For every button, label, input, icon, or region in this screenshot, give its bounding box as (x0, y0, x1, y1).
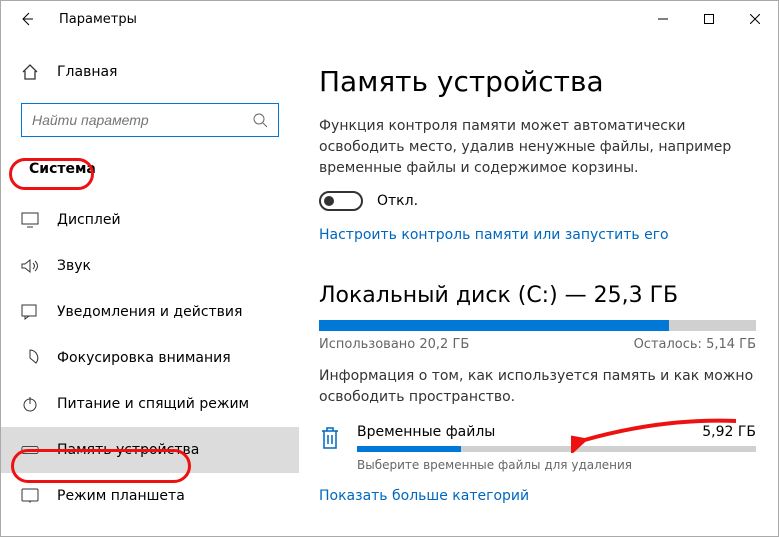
sidebar-item-tablet[interactable]: Режим планшета (21, 473, 285, 519)
window-controls (640, 3, 778, 35)
storage-icon (21, 444, 39, 456)
sidebar-item-storage[interactable]: Память устройства (1, 427, 299, 473)
sidebar-item-label: Память устройства (57, 442, 199, 458)
sidebar-item-label: Уведомления и действия (57, 304, 242, 320)
configure-storage-sense-link[interactable]: Настроить контроль памяти или запустить … (319, 227, 669, 243)
search-icon (252, 112, 268, 128)
sidebar: Главная Система Дисплей Звук Уведомления… (1, 37, 299, 536)
back-button[interactable] (9, 1, 45, 37)
minimize-button[interactable] (640, 3, 686, 35)
disk-labels: Использовано 20,2 ГБ Осталось: 5,14 ГБ (319, 337, 756, 352)
minimize-icon (658, 14, 668, 24)
temp-files-title: Временные файлы (357, 424, 495, 440)
titlebar: Параметры (1, 1, 778, 37)
power-icon (21, 395, 39, 413)
arrow-left-icon (19, 11, 35, 27)
close-icon (750, 14, 760, 24)
sidebar-item-display[interactable]: Дисплей (21, 197, 285, 243)
temp-files-bar (357, 446, 756, 452)
sidebar-item-label: Фокусировка внимания (57, 350, 231, 366)
sidebar-item-focus[interactable]: Фокусировка внимания (21, 335, 285, 381)
sidebar-item-notifications[interactable]: Уведомления и действия (21, 289, 285, 335)
window-title: Параметры (45, 12, 137, 27)
disk-usage-fill (319, 320, 669, 331)
sidebar-home[interactable]: Главная (21, 49, 285, 95)
sidebar-nav: Дисплей Звук Уведомления и действия Фоку… (21, 197, 285, 519)
display-icon (21, 212, 39, 228)
home-icon (21, 63, 39, 81)
temp-files-row[interactable]: Временные файлы 5,92 ГБ Выберите временн… (319, 424, 756, 472)
focus-icon (21, 349, 39, 367)
temp-files-bar-fill (357, 446, 461, 452)
storage-sense-toggle[interactable] (319, 191, 363, 211)
notifications-icon (21, 304, 39, 320)
temp-files-hint: Выберите временные файлы для удаления (357, 458, 756, 472)
maximize-button[interactable] (686, 3, 732, 35)
tablet-icon (21, 488, 39, 504)
temp-files-size: 5,92 ГБ (702, 424, 756, 440)
disk-usage-bar (319, 320, 756, 331)
search-input[interactable] (32, 112, 252, 128)
close-button[interactable] (732, 3, 778, 35)
content: Память устройства Функция контроля памят… (299, 37, 778, 536)
sound-icon (21, 258, 39, 274)
toggle-label: Откл. (377, 193, 418, 209)
page-title: Память устройства (319, 65, 756, 98)
sidebar-item-sound[interactable]: Звук (21, 243, 285, 289)
storage-sense-toggle-row: Откл. (319, 191, 756, 211)
usage-description: Информация о том, как используется памят… (319, 366, 756, 408)
maximize-icon (704, 14, 714, 24)
sidebar-item-label: Режим планшета (57, 488, 185, 504)
disk-heading: Локальный диск (C:) — 25,3 ГБ (319, 283, 756, 308)
sidebar-home-label: Главная (57, 64, 117, 80)
sidebar-item-power[interactable]: Питание и спящий режим (21, 381, 285, 427)
disk-free-label: Осталось: 5,14 ГБ (634, 337, 756, 352)
sidebar-item-label: Дисплей (57, 212, 121, 228)
disk-used-label: Использовано 20,2 ГБ (319, 337, 469, 352)
storage-sense-description: Функция контроля памяти может автоматиче… (319, 116, 756, 179)
search-box[interactable] (21, 103, 279, 137)
sidebar-item-label: Звук (57, 258, 91, 274)
trash-icon (319, 424, 341, 450)
sidebar-section-title: Система (21, 159, 104, 179)
show-more-categories-link[interactable]: Показать больше категорий (319, 488, 529, 504)
sidebar-item-label: Питание и спящий режим (57, 396, 249, 412)
